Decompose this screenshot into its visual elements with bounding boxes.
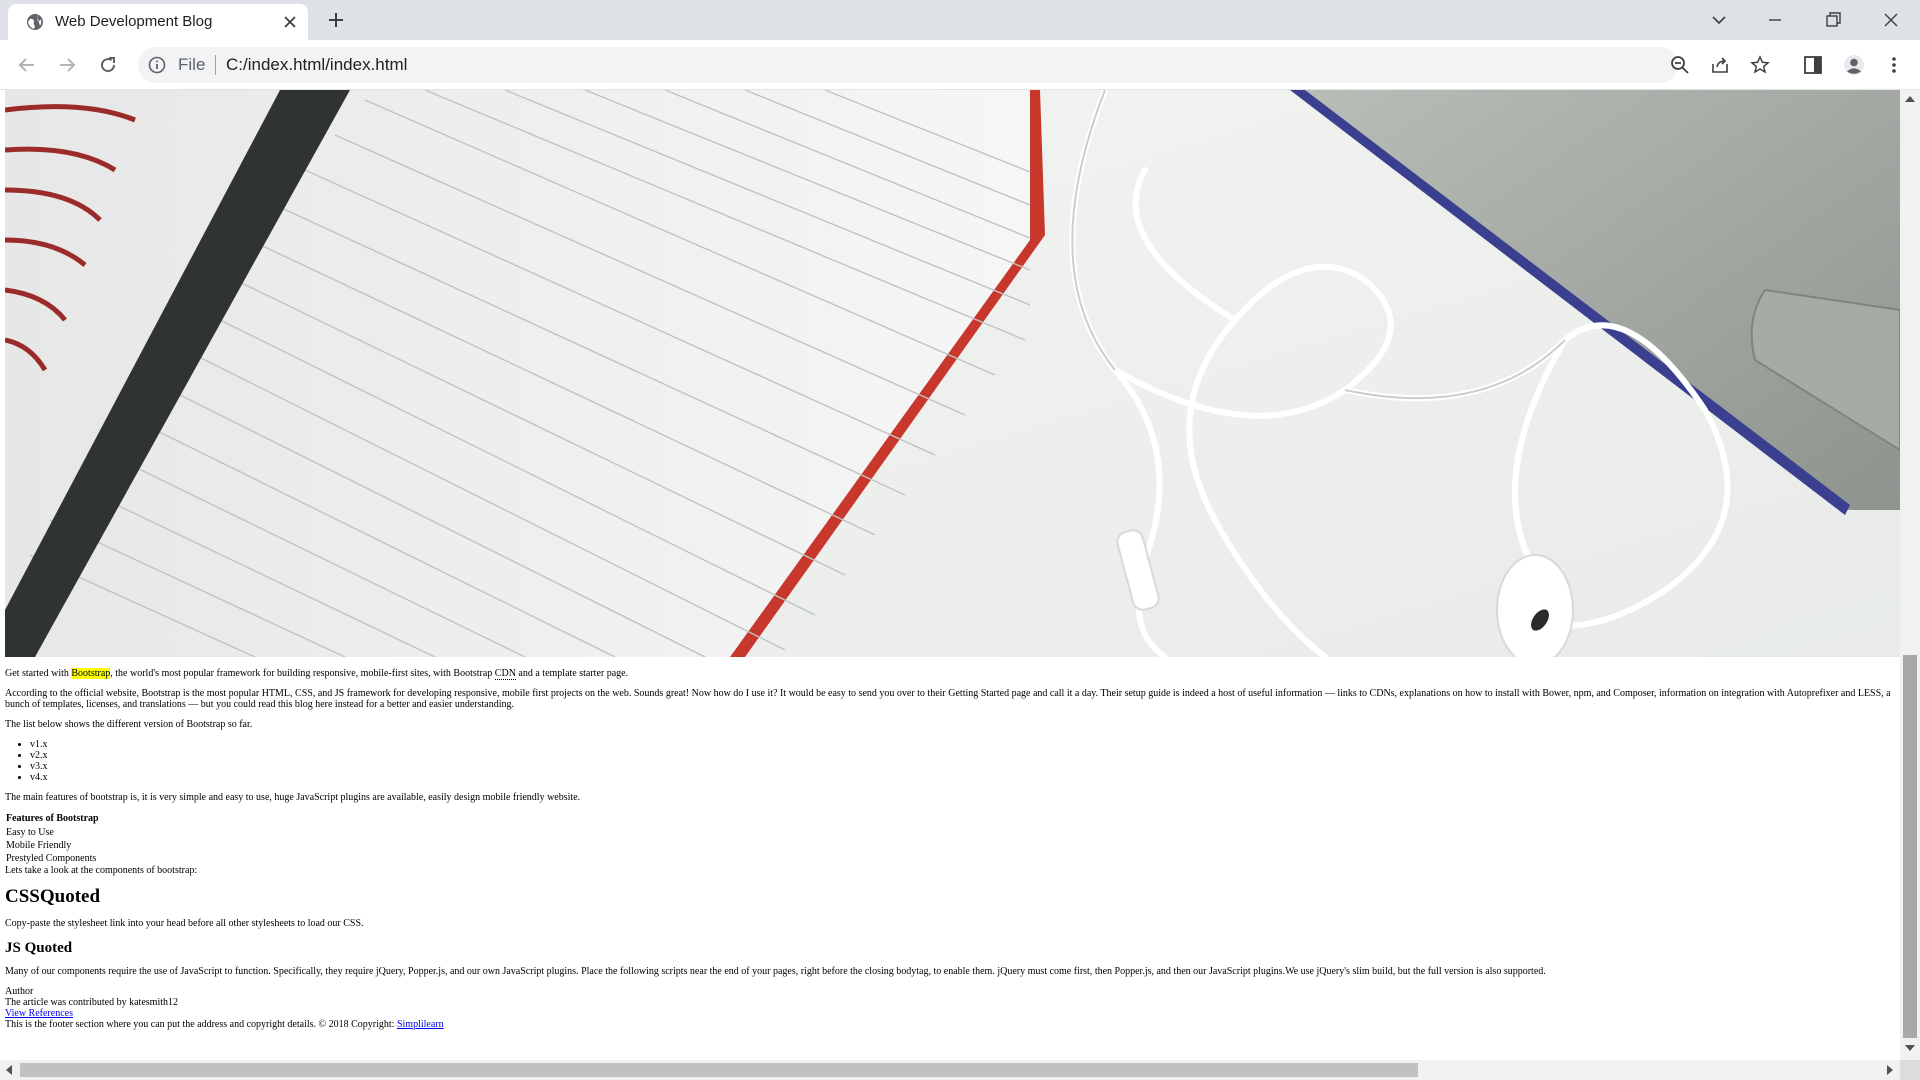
forward-arrow-icon[interactable]	[55, 53, 79, 77]
kebab-menu-icon[interactable]	[1883, 54, 1905, 76]
url-separator	[215, 55, 216, 75]
address-bar[interactable]: File C:/index.html/index.html	[138, 47, 1770, 83]
back-arrow-icon[interactable]	[15, 53, 39, 77]
table-row: Easy to Use	[6, 827, 54, 838]
js-heading: JS Quoted	[5, 940, 73, 956]
url-scheme-label: File	[178, 55, 206, 74]
profile-icon[interactable]	[1843, 54, 1865, 76]
tab-title: Web Development Blog	[55, 13, 213, 30]
versions-list: v1.x v2.x v3.x v4.x	[30, 739, 1895, 783]
js-paragraph: Many of our components require the use o…	[5, 966, 1546, 977]
side-panel-icon[interactable]	[1802, 54, 1824, 76]
intro-text-end: and a template starter page.	[515, 668, 629, 679]
simplilearn-link[interactable]: Simplilearn	[397, 1019, 444, 1030]
zoom-out-icon[interactable]	[1670, 55, 1690, 75]
features-table: Features of Bootstrap Easy to Use Mobile…	[5, 812, 100, 865]
chevron-down-icon[interactable]	[1707, 8, 1731, 32]
url-text[interactable]: C:/index.html/index.html	[226, 55, 407, 75]
plus-icon[interactable]	[326, 10, 346, 30]
info-icon[interactable]	[148, 56, 166, 74]
table-row: Mobile Friendly	[6, 840, 72, 851]
scrollbar-corner	[1900, 1060, 1920, 1080]
hero-image	[5, 90, 1900, 657]
list-item: v4.x	[30, 772, 1895, 783]
article-content: Get started with Bootstrap, the world's …	[5, 668, 1895, 1030]
footer-text: This is the footer section where you can…	[5, 1019, 397, 1030]
star-icon[interactable]	[1750, 55, 1770, 75]
highlighted-term: Bootstrap	[71, 668, 111, 679]
horizontal-scroll-thumb[interactable]	[20, 1063, 1418, 1077]
close-icon[interactable]	[1879, 8, 1903, 32]
footer: Author The article was contributed by ka…	[5, 986, 1895, 1030]
overview-paragraph: According to the official website, Boots…	[5, 688, 1891, 710]
footer-copyright: This is the footer section where you can…	[5, 1019, 1895, 1030]
author-contribution: The article was contributed by katesmith…	[5, 997, 179, 1008]
browser-tab[interactable]: Web Development Blog	[8, 4, 308, 40]
intro-text-start: Get started with	[5, 668, 72, 679]
versions-intro: The list below shows the different versi…	[5, 719, 253, 730]
view-references-link[interactable]: View References	[5, 1008, 73, 1019]
scroll-right-arrow-icon[interactable]	[1887, 1065, 1893, 1075]
list-item: v3.x	[30, 761, 1895, 772]
vertical-scroll-thumb[interactable]	[1903, 655, 1917, 1038]
minimize-icon[interactable]	[1763, 8, 1787, 32]
list-item: v1.x	[30, 739, 1895, 750]
scroll-down-arrow-icon[interactable]	[1905, 1045, 1915, 1051]
cdn-abbreviation: CDN	[494, 668, 516, 680]
share-icon[interactable]	[1710, 55, 1730, 75]
page-viewport: Get started with Bootstrap, the world's …	[0, 90, 1900, 1060]
intro-text-middle: , the world's most popular framework for…	[110, 668, 495, 679]
css-paragraph: Copy-paste the stylesheet link into your…	[5, 918, 364, 929]
scroll-left-arrow-icon[interactable]	[6, 1065, 12, 1075]
css-heading: CSSQuoted	[5, 886, 101, 907]
tab-strip: Web Development Blog	[0, 0, 1920, 40]
components-intro: Lets take a look at the components of bo…	[5, 865, 198, 876]
browser-toolbar: File C:/index.html/index.html	[0, 40, 1920, 90]
features-paragraph: The main features of bootstrap is, it is…	[5, 792, 581, 803]
restore-icon[interactable]	[1821, 8, 1845, 32]
globe-icon	[27, 14, 43, 30]
intro-paragraph: Get started with Bootstrap, the world's …	[5, 668, 1895, 680]
author-label: Author	[5, 986, 34, 997]
table-row: Prestyled Components	[6, 853, 97, 864]
list-item: v2.x	[30, 750, 1895, 761]
scroll-up-arrow-icon[interactable]	[1905, 96, 1915, 102]
close-icon[interactable]	[281, 13, 299, 31]
reload-icon[interactable]	[96, 53, 120, 77]
features-table-header: Features of Bootstrap	[6, 813, 99, 824]
